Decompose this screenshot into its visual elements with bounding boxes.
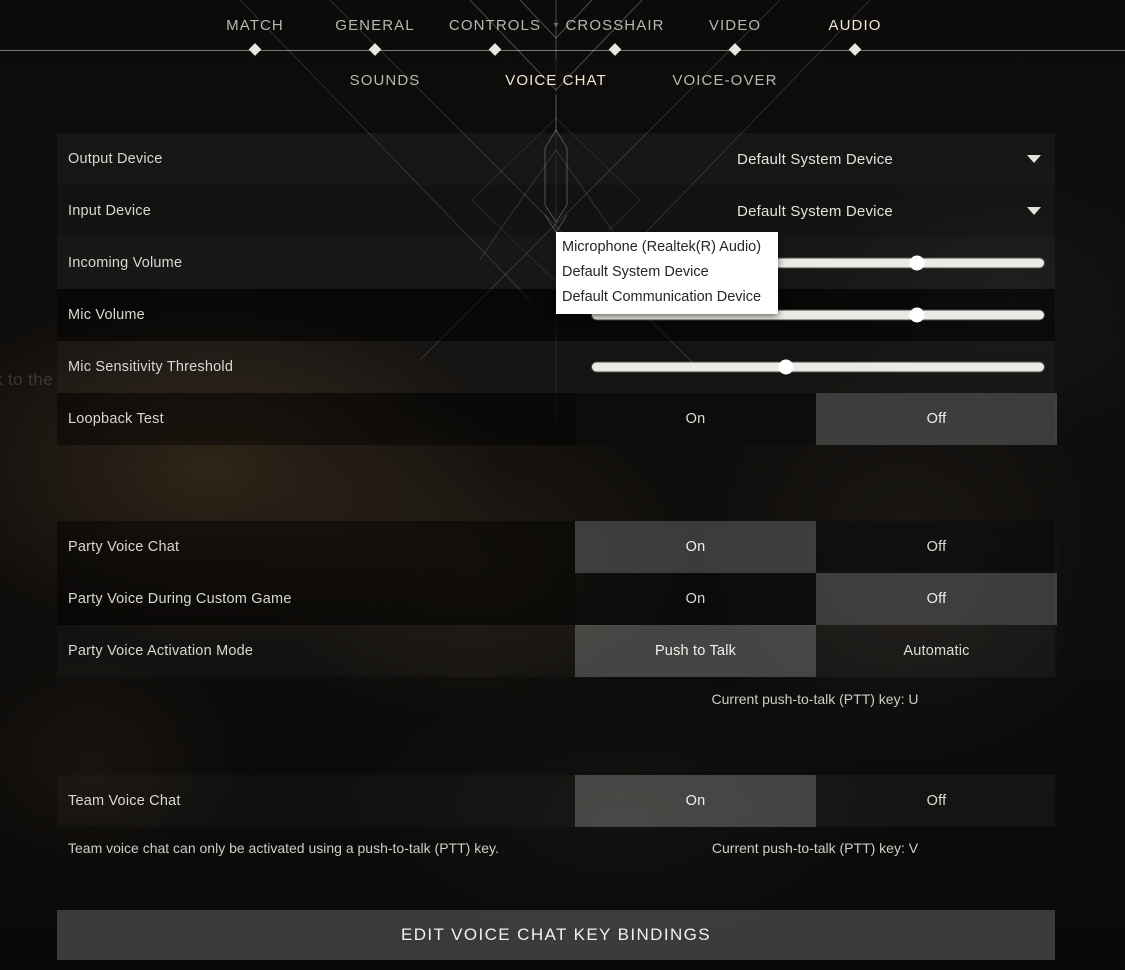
setting-label-output-device: Output Device — [57, 151, 575, 167]
party-ptt-key-note: Current push-to-talk (PTT) key: U — [575, 691, 1055, 707]
nav-diamond-audio[interactable] — [849, 43, 862, 56]
setting-control-mic-sensitivity-threshold — [575, 341, 1055, 393]
nav-item-video[interactable]: VIDEO — [709, 17, 761, 34]
setting-row-mic-sensitivity-threshold: Mic Sensitivity Threshold — [57, 341, 1055, 393]
slider-knob[interactable] — [779, 360, 794, 375]
setting-row-team-voice-chat: Team Voice Chat On Off — [57, 775, 1055, 827]
nav-item-controls[interactable]: CONTROLS — [449, 17, 541, 34]
setting-control-team-voice-chat: On Off — [575, 775, 1055, 827]
setting-label-mic-volume: Mic Volume — [57, 307, 575, 323]
party-voice-custom-game-option-on[interactable]: On — [575, 573, 816, 625]
team-voice-chat-option-on[interactable]: On — [575, 775, 816, 827]
nav-diamond-controls[interactable] — [489, 43, 502, 56]
nav-item-match[interactable]: MATCH — [226, 17, 284, 34]
background-faint-text: k to the — [0, 370, 53, 390]
caret-down-icon — [1027, 207, 1041, 215]
setting-row-party-voice-activation-mode: Party Voice Activation Mode Push to Talk… — [57, 625, 1055, 677]
subnav-item-voice-over[interactable]: VOICE-OVER — [672, 72, 777, 89]
setting-control-input-device: Default System Device — [575, 185, 1055, 237]
setting-row-party-voice-chat: Party Voice Chat On Off — [57, 521, 1055, 573]
setting-row-loopback-test: Loopback Test On Off — [57, 393, 1055, 445]
setting-control-party-voice-chat: On Off — [575, 521, 1055, 573]
section-spacer-2 — [57, 721, 1055, 775]
party-voice-custom-game-toggle-group: On Off — [575, 573, 1057, 625]
party-voice-chat-option-on[interactable]: On — [575, 521, 816, 573]
dropdown-option-default-system-device[interactable]: Default System Device — [556, 260, 778, 285]
subnav-item-voice-chat[interactable]: VOICE CHAT — [505, 72, 607, 89]
valorant-settings-screen: k to the MATCH GENERAL CO — [0, 0, 1125, 970]
party-voice-custom-game-option-off[interactable]: Off — [816, 573, 1057, 625]
nav-diamond-crosshair[interactable] — [609, 43, 622, 56]
team-voice-chat-hint: Team voice chat can only be activated us… — [68, 840, 499, 856]
loopback-test-option-off[interactable]: Off — [816, 393, 1057, 445]
party-voice-chat-toggle-group: On Off — [575, 521, 1057, 573]
loopback-test-toggle-group: On Off — [575, 393, 1057, 445]
setting-control-party-voice-custom-game: On Off — [575, 573, 1055, 625]
setting-control-output-device: Default System Device — [575, 133, 1055, 185]
output-device-select[interactable]: Default System Device — [575, 133, 1055, 185]
output-device-value: Default System Device — [737, 151, 893, 168]
nav-item-audio[interactable]: AUDIO — [828, 17, 881, 34]
team-voice-note-row: Team voice chat can only be activated us… — [57, 827, 1055, 869]
secondary-nav: SOUNDS VOICE CHAT VOICE-OVER — [0, 72, 1125, 112]
input-device-select[interactable]: Default System Device — [575, 185, 1055, 237]
nav-underline — [0, 50, 1125, 51]
caret-down-icon — [1027, 155, 1041, 163]
setting-label-loopback-test: Loopback Test — [57, 411, 575, 427]
primary-nav: MATCH GENERAL CONTROLS ▾ CROSSHAIR VIDEO… — [0, 0, 1125, 54]
slider-knob[interactable] — [910, 308, 925, 323]
slider-knob[interactable] — [910, 256, 925, 271]
setting-control-party-voice-activation-mode: Push to Talk Automatic — [575, 625, 1055, 677]
setting-label-mic-sensitivity-threshold: Mic Sensitivity Threshold — [57, 359, 575, 375]
setting-row-input-device: Input Device Default System Device — [57, 185, 1055, 237]
section-spacer-3 — [57, 869, 1055, 910]
dropdown-option-microphone-realtek[interactable]: Microphone (Realtek(R) Audio) — [556, 235, 778, 260]
dropdown-option-default-communication-device[interactable]: Default Communication Device — [556, 285, 778, 310]
subnav-item-sounds[interactable]: SOUNDS — [350, 72, 421, 89]
party-voice-activation-mode-toggle-group: Push to Talk Automatic — [575, 625, 1057, 677]
nav-diamond-general[interactable] — [369, 43, 382, 56]
party-voice-activation-mode-option-automatic[interactable]: Automatic — [816, 625, 1057, 677]
nav-item-general[interactable]: GENERAL — [335, 17, 414, 34]
setting-label-input-device: Input Device — [57, 203, 575, 219]
setting-label-party-voice-chat: Party Voice Chat — [57, 539, 575, 555]
setting-label-party-voice-custom-game: Party Voice During Custom Game — [57, 591, 575, 607]
section-spacer-1 — [57, 445, 1055, 521]
setting-label-incoming-volume: Incoming Volume — [57, 255, 575, 271]
input-device-value: Default System Device — [737, 203, 893, 220]
setting-control-loopback-test: On Off — [575, 393, 1055, 445]
setting-row-party-voice-custom-game: Party Voice During Custom Game On Off — [57, 573, 1055, 625]
edit-voice-chat-key-bindings-button[interactable]: EDIT VOICE CHAT KEY BINDINGS — [57, 910, 1055, 960]
team-voice-chat-option-off[interactable]: Off — [816, 775, 1057, 827]
nav-item-crosshair[interactable]: CROSSHAIR — [565, 17, 664, 34]
loopback-test-option-on[interactable]: On — [575, 393, 816, 445]
input-device-dropdown-menu: Microphone (Realtek(R) Audio) Default Sy… — [556, 232, 778, 314]
slider-track — [592, 363, 1044, 372]
setting-label-team-voice-chat: Team Voice Chat — [57, 793, 575, 809]
team-ptt-key-note: Current push-to-talk (PTT) key: V — [575, 840, 1055, 856]
setting-row-output-device: Output Device Default System Device — [57, 133, 1055, 185]
team-voice-chat-toggle-group: On Off — [575, 775, 1057, 827]
setting-label-party-voice-activation-mode: Party Voice Activation Mode — [57, 643, 575, 659]
nav-diamond-video[interactable] — [729, 43, 742, 56]
chevron-down-icon: ▾ — [553, 20, 558, 31]
party-ptt-note-row: Current push-to-talk (PTT) key: U — [57, 677, 1055, 721]
nav-diamond-match[interactable] — [249, 43, 262, 56]
party-voice-activation-mode-option-push-to-talk[interactable]: Push to Talk — [575, 625, 816, 677]
party-voice-chat-option-off[interactable]: Off — [816, 521, 1057, 573]
mic-sensitivity-slider[interactable] — [592, 357, 1044, 377]
